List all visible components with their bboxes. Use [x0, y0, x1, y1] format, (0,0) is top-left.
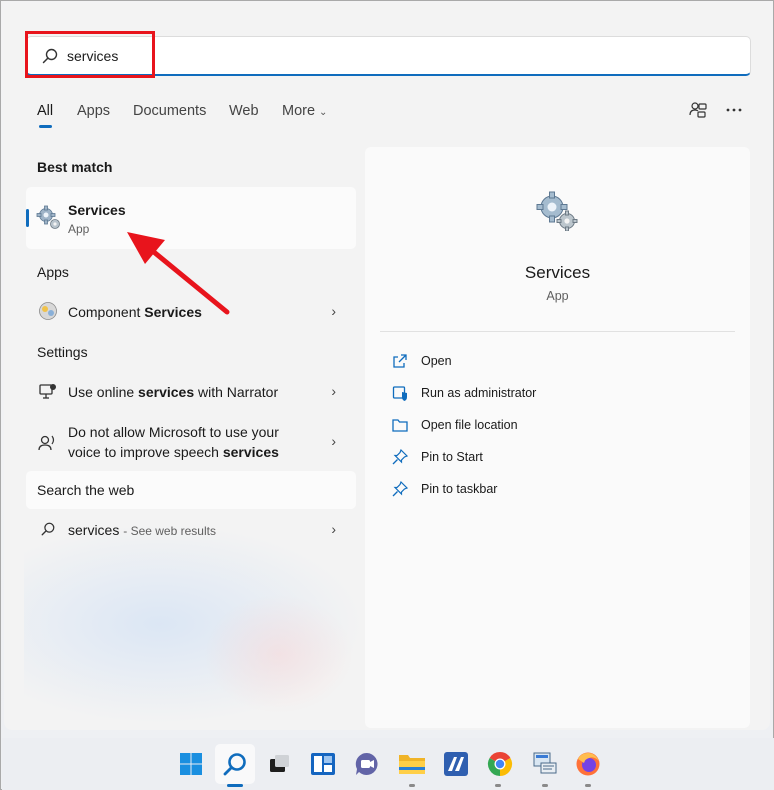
task-view-icon[interactable] — [264, 749, 294, 779]
widgets-icon[interactable] — [308, 749, 338, 779]
search-icon — [223, 753, 246, 776]
task-view-glyph-icon — [270, 755, 289, 772]
web-result-services[interactable]: services - See web results › — [26, 511, 356, 547]
action-pin-to-start-label: Pin to Start — [421, 450, 483, 464]
action-open-label: Open — [421, 354, 452, 368]
tab-documents[interactable]: Documents — [133, 103, 206, 119]
tab-web[interactable]: Web — [229, 103, 259, 119]
action-open[interactable]: Open — [392, 353, 722, 375]
best-match-title: Services — [68, 202, 126, 218]
action-pin-to-taskbar[interactable]: Pin to taskbar — [392, 481, 722, 503]
widgets-glyph-icon — [311, 753, 335, 775]
search-web-header: Search the web — [26, 471, 356, 509]
gear-icon — [36, 205, 60, 229]
tab-apps[interactable]: Apps — [77, 103, 110, 119]
shield-icon — [392, 386, 407, 401]
monitor-tool-icon — [533, 752, 557, 774]
windows-logo-icon — [180, 753, 202, 775]
setting-online-services-narrator[interactable]: Use online services with Narrator › — [26, 373, 356, 409]
label-highlight: services — [138, 384, 195, 400]
taskbar-running-indicator — [409, 784, 415, 787]
search-icon — [41, 522, 55, 536]
pin-icon — [392, 449, 408, 465]
open-external-icon — [393, 354, 407, 368]
taskbar-running-indicator — [227, 784, 243, 787]
component-services-icon — [39, 302, 57, 320]
app-component-services-label: Component Services — [68, 304, 202, 320]
windows-start-icon[interactable] — [176, 749, 206, 779]
web-query: services — [68, 522, 120, 538]
setting-online-services-label: Use online services with Narrator — [68, 384, 278, 400]
taskbar — [2, 738, 774, 790]
account-switch-icon[interactable] — [689, 101, 707, 119]
chrome-logo-icon — [487, 751, 513, 776]
web-hint: - See web results — [123, 524, 216, 538]
setting-speech-line2: voice to improve speech services — [68, 444, 279, 460]
gear-icon — [536, 191, 578, 231]
background-glow-warm — [204, 594, 354, 714]
folder-icon — [399, 755, 425, 774]
tab-more-label: More — [282, 103, 316, 119]
window-frame: All Apps Documents Web More⌄ Best match — [0, 0, 774, 790]
folder-icon — [392, 419, 408, 432]
web-result-label: services - See web results — [68, 522, 216, 538]
active-tab-indicator — [39, 125, 52, 128]
chevron-right-icon: › — [331, 521, 336, 537]
narrator-icon — [39, 384, 56, 399]
chevron-right-icon: › — [331, 433, 336, 449]
divider — [380, 331, 735, 332]
search-icon — [42, 48, 58, 64]
taskbar-running-indicator — [495, 784, 501, 787]
action-pin-to-start[interactable]: Pin to Start — [392, 449, 722, 471]
selection-indicator — [26, 209, 29, 227]
tab-more[interactable]: More ⌄ — [282, 103, 327, 119]
tab-all[interactable]: All — [37, 103, 53, 119]
label-suffix: with Narrator — [194, 384, 279, 400]
firefox-logo-icon — [576, 752, 600, 776]
setting-speech-services[interactable]: Do not allow Microsoft to use your voice… — [26, 417, 356, 465]
chevron-down-icon: ⌄ — [319, 107, 328, 118]
detail-title: Services — [524, 263, 591, 282]
search-input[interactable] — [67, 45, 667, 67]
setting-speech-line1: Do not allow Microsoft to use your — [68, 424, 279, 440]
label-prefix: Use online — [68, 384, 139, 400]
label-highlight: services — [222, 444, 279, 460]
more-options-icon[interactable] — [725, 101, 743, 119]
chevron-right-icon: › — [331, 383, 336, 399]
action-run-as-administrator-label: Run as administrator — [421, 386, 537, 400]
store-app-icon[interactable] — [441, 749, 471, 779]
taskbar-running-indicator — [542, 784, 548, 787]
section-settings: Settings — [37, 344, 88, 360]
search-box[interactable] — [26, 36, 751, 76]
taskbar-search-icon[interactable] — [220, 749, 250, 779]
chat-icon[interactable] — [352, 749, 382, 779]
label-prefix: Component — [68, 304, 145, 320]
file-explorer-icon[interactable] — [397, 749, 427, 779]
chevron-right-icon: › — [331, 303, 336, 319]
remote-desktop-icon[interactable] — [530, 749, 560, 779]
action-open-file-location[interactable]: Open file location — [392, 417, 722, 439]
detail-panel: Services App Open Run as administrator O… — [365, 147, 750, 728]
firefox-icon[interactable] — [573, 749, 603, 779]
action-pin-to-taskbar-label: Pin to taskbar — [421, 482, 498, 496]
action-run-as-administrator[interactable]: Run as administrator — [392, 385, 722, 407]
best-match-services[interactable]: Services App — [26, 187, 356, 249]
label-highlight: Services — [144, 304, 202, 320]
section-apps: Apps — [37, 264, 69, 280]
detail-subtitle: App — [546, 289, 569, 303]
label-prefix: voice to improve speech — [68, 444, 223, 460]
app-component-services[interactable]: Component Services › — [26, 293, 356, 329]
chrome-icon[interactable] — [485, 749, 515, 779]
best-match-subtitle: App — [68, 222, 90, 236]
action-open-file-location-label: Open file location — [421, 418, 518, 432]
pin-icon — [392, 481, 408, 497]
taskbar-running-indicator — [585, 784, 591, 787]
section-best-match: Best match — [37, 159, 113, 175]
teams-chat-icon — [355, 752, 378, 775]
app-tile-icon — [444, 752, 468, 776]
section-search-web: Search the web — [37, 482, 135, 498]
speech-icon — [38, 435, 55, 451]
